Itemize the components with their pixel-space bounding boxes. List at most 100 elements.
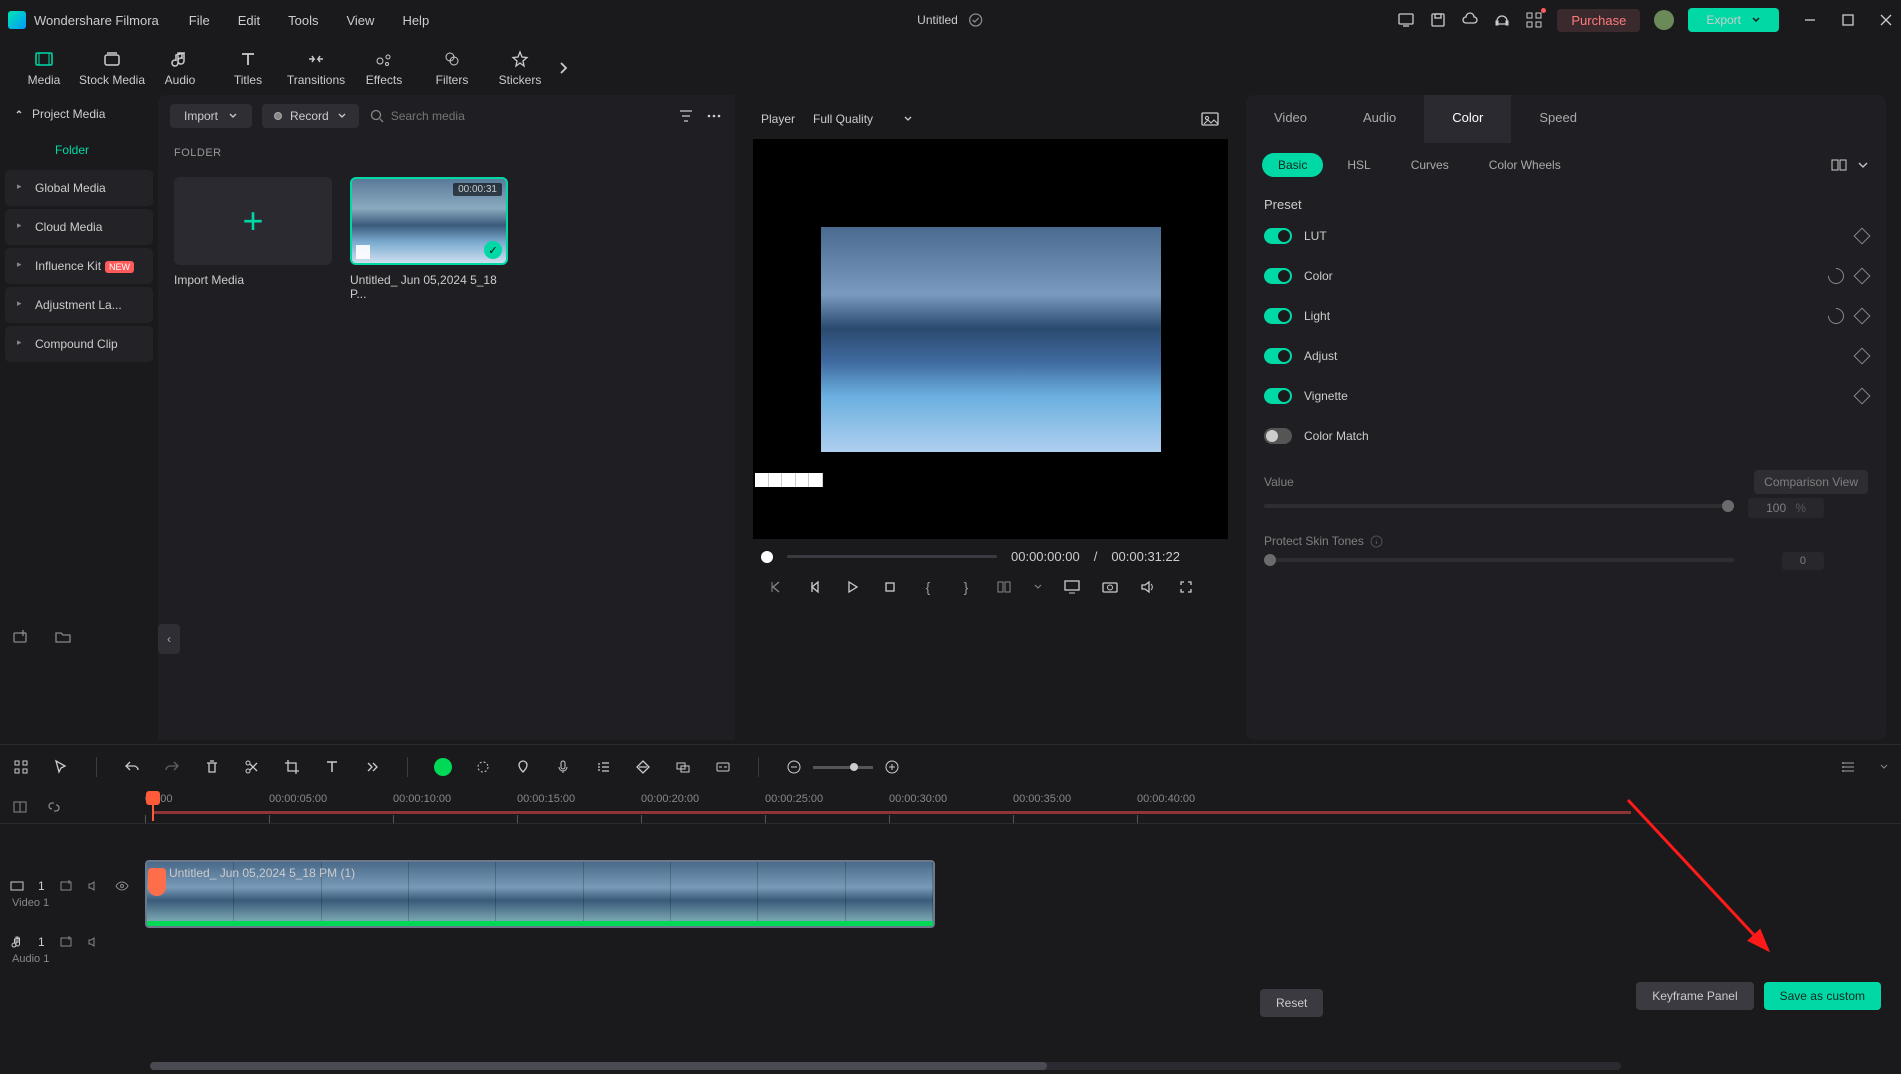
more-tools-icon[interactable] bbox=[363, 758, 381, 776]
snapshot-icon[interactable] bbox=[1101, 578, 1119, 596]
timeline-link-icon[interactable] bbox=[12, 799, 28, 815]
save-icon[interactable] bbox=[1429, 11, 1447, 29]
toggle-vignette[interactable] bbox=[1264, 388, 1292, 404]
tab-titles[interactable]: Titles bbox=[214, 45, 282, 91]
save-as-custom-button[interactable]: Save as custom bbox=[1764, 982, 1881, 1010]
import-media-card[interactable]: + Import Media bbox=[174, 177, 332, 301]
menu-help[interactable]: Help bbox=[402, 13, 429, 28]
close-icon[interactable] bbox=[1879, 13, 1893, 27]
new-folder-icon[interactable] bbox=[54, 628, 72, 646]
preview-mini-toolbar[interactable] bbox=[755, 473, 823, 487]
protect-slider-thumb[interactable] bbox=[1264, 554, 1276, 566]
menu-view[interactable]: View bbox=[346, 13, 374, 28]
apps-icon[interactable] bbox=[1525, 11, 1543, 29]
volume-icon[interactable] bbox=[1139, 578, 1157, 596]
group-icon[interactable] bbox=[674, 758, 692, 776]
toolbar-more[interactable] bbox=[554, 60, 574, 76]
toggle-adjust[interactable] bbox=[1264, 348, 1292, 364]
keyframe-vignette-icon[interactable] bbox=[1854, 388, 1871, 405]
tab-effects[interactable]: Effects bbox=[350, 45, 418, 91]
toggle-lut[interactable] bbox=[1264, 228, 1292, 244]
value-slider-thumb[interactable] bbox=[1722, 500, 1734, 512]
reset-light-icon[interactable] bbox=[1825, 305, 1848, 328]
subtab-curves[interactable]: Curves bbox=[1395, 153, 1465, 177]
menu-tools[interactable]: Tools bbox=[288, 13, 318, 28]
purchase-button[interactable]: Purchase bbox=[1557, 9, 1640, 32]
timeline-clip[interactable]: Untitled_ Jun 05,2024 5_18 PM (1) bbox=[145, 860, 935, 928]
subtab-hsl[interactable]: HSL bbox=[1331, 153, 1386, 177]
more-icon[interactable] bbox=[705, 107, 723, 125]
value-number[interactable]: 100 % bbox=[1748, 498, 1824, 518]
color-settings-icon[interactable] bbox=[474, 758, 492, 776]
toggle-light[interactable] bbox=[1264, 308, 1292, 324]
protect-slider[interactable]: 0 bbox=[1264, 558, 1734, 562]
media-clip-card[interactable]: 00:00:31 ✓ Untitled_ Jun 05,2024 5_18 P.… bbox=[350, 177, 508, 301]
step-back-icon[interactable] bbox=[767, 578, 785, 596]
import-button[interactable]: Import bbox=[170, 104, 252, 128]
tab-media[interactable]: Media bbox=[10, 45, 78, 91]
search-input[interactable] bbox=[391, 109, 511, 123]
expand-icon[interactable] bbox=[1856, 158, 1870, 172]
tab-color[interactable]: Color bbox=[1424, 95, 1511, 143]
play-icon[interactable] bbox=[843, 578, 861, 596]
audio-track-add-icon[interactable] bbox=[59, 935, 73, 949]
subtab-basic[interactable]: Basic bbox=[1262, 153, 1323, 177]
preview-image-icon[interactable] bbox=[1200, 109, 1220, 129]
menu-edit[interactable]: Edit bbox=[238, 13, 260, 28]
tab-filters[interactable]: Filters bbox=[418, 45, 486, 91]
timeline-chain-icon[interactable] bbox=[46, 799, 62, 815]
chevron-down-icon[interactable] bbox=[1033, 578, 1043, 596]
preview-canvas[interactable] bbox=[753, 139, 1228, 539]
audio-track-mute-icon[interactable] bbox=[87, 935, 101, 949]
sidebar-cloud-media[interactable]: Cloud Media bbox=[5, 209, 153, 245]
sidebar-global-media[interactable]: Global Media bbox=[5, 170, 153, 206]
filter-icon[interactable] bbox=[677, 107, 695, 125]
cloud-icon[interactable] bbox=[1461, 11, 1479, 29]
track-add-icon[interactable] bbox=[59, 879, 73, 893]
toggle-color-match[interactable] bbox=[1264, 428, 1292, 444]
subtab-color-wheels[interactable]: Color Wheels bbox=[1473, 153, 1577, 177]
export-button[interactable]: Export bbox=[1688, 8, 1779, 32]
info-icon[interactable] bbox=[1370, 535, 1383, 548]
grid-icon[interactable] bbox=[12, 758, 30, 776]
mark-out-icon[interactable]: } bbox=[957, 578, 975, 596]
tab-video[interactable]: Video bbox=[1246, 95, 1335, 143]
keyframe-light-icon[interactable] bbox=[1854, 308, 1871, 325]
quality-select[interactable]: Full Quality bbox=[813, 112, 913, 126]
text-icon[interactable] bbox=[323, 758, 341, 776]
new-bin-icon[interactable] bbox=[12, 628, 30, 646]
keyframe-adjust-icon[interactable] bbox=[1854, 348, 1871, 365]
sidebar-compound-clip[interactable]: Compound Clip bbox=[5, 326, 153, 362]
playhead-handle[interactable] bbox=[148, 868, 166, 896]
keyframe-color-icon[interactable] bbox=[1854, 268, 1871, 285]
scrub-handle[interactable] bbox=[761, 551, 773, 563]
zoom-out-icon[interactable] bbox=[785, 758, 803, 776]
project-media-header[interactable]: Project Media bbox=[0, 95, 158, 133]
tab-stock-media[interactable]: Stock Media bbox=[78, 45, 146, 91]
timeline-ruler[interactable]: 00:00 00:00:05:00 00:00:10:00 00:00:15:0… bbox=[0, 789, 1901, 824]
user-avatar[interactable] bbox=[1654, 10, 1674, 30]
undo-icon[interactable] bbox=[123, 758, 141, 776]
toggle-color[interactable] bbox=[1264, 268, 1292, 284]
audio-mix-icon[interactable] bbox=[594, 758, 612, 776]
compare-icon[interactable] bbox=[1830, 156, 1848, 174]
display-icon[interactable] bbox=[1063, 578, 1081, 596]
track-visibility-icon[interactable] bbox=[115, 879, 129, 893]
layout-icon[interactable] bbox=[995, 578, 1013, 596]
comparison-view-button[interactable]: Comparison View bbox=[1754, 470, 1868, 494]
track-display-icon[interactable] bbox=[1839, 758, 1857, 776]
support-icon[interactable] bbox=[1493, 11, 1511, 29]
search-icon[interactable] bbox=[369, 108, 385, 124]
keyframe-panel-button[interactable]: Keyframe Panel bbox=[1636, 982, 1753, 1010]
render-status-icon[interactable] bbox=[434, 758, 452, 776]
sidebar-adjustment-layer[interactable]: Adjustment La... bbox=[5, 287, 153, 323]
cursor-icon[interactable] bbox=[52, 758, 70, 776]
reset-color-icon[interactable] bbox=[1825, 265, 1848, 288]
keyframe-toolbar-icon[interactable] bbox=[634, 758, 652, 776]
caption-icon[interactable] bbox=[714, 758, 732, 776]
timeline-scrollbar-thumb[interactable] bbox=[150, 1062, 1047, 1070]
sidebar-collapse-button[interactable]: ‹ bbox=[158, 624, 180, 654]
keyframe-lut-icon[interactable] bbox=[1854, 228, 1871, 245]
redo-icon[interactable] bbox=[163, 758, 181, 776]
zoom-slider[interactable] bbox=[813, 766, 873, 769]
